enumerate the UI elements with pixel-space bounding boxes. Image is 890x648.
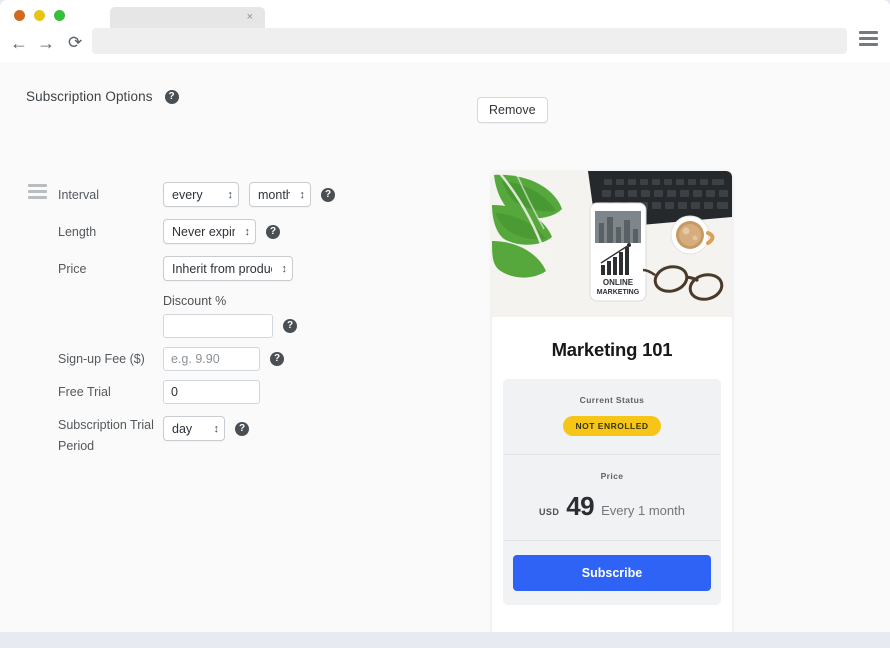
free-trial-controls bbox=[163, 380, 260, 404]
price-amount: 49 bbox=[566, 491, 595, 521]
price-currency: USD bbox=[539, 507, 560, 517]
free-trial-input[interactable] bbox=[163, 380, 260, 404]
price-controls: Inherit from product bbox=[163, 256, 293, 281]
section-help-icon[interactable]: ? bbox=[164, 89, 179, 104]
course-preview-card: ONLINE MARKETING Marketing 101 Current S… bbox=[492, 171, 732, 648]
app-root: × ← → ⟳ Subscription Options ? Interval … bbox=[0, 0, 890, 648]
window-traffic-lights bbox=[14, 10, 65, 21]
trial-period-label-line1: Subscription Trial bbox=[58, 418, 154, 432]
page-body: Subscription Options ? Interval every ↕ … bbox=[0, 62, 890, 648]
trial-period-help-icon[interactable]: ? bbox=[235, 421, 249, 436]
discount-help-icon[interactable]: ? bbox=[283, 319, 297, 333]
course-hero-image: ONLINE MARKETING bbox=[492, 171, 732, 317]
length-label: Length bbox=[58, 224, 97, 239]
interval-unit-select-wrap: month bbox=[249, 182, 311, 207]
svg-text:ONLINE: ONLINE bbox=[603, 278, 634, 287]
interval-every-select[interactable]: every bbox=[163, 182, 239, 207]
browser-chrome: × ← → ⟳ bbox=[0, 0, 890, 62]
interval-label: Interval bbox=[58, 187, 99, 202]
tab-close-icon[interactable]: × bbox=[247, 10, 253, 24]
interval-controls: every month ? bbox=[163, 182, 335, 207]
section-header: Subscription Options ? bbox=[26, 89, 179, 104]
address-bar[interactable] bbox=[92, 28, 847, 54]
status-badge: NOT ENROLLED bbox=[563, 416, 661, 436]
nav-buttons: ← → ⟳ bbox=[10, 32, 82, 54]
row-price: Price Inherit from product bbox=[58, 256, 293, 281]
page-footer-strip bbox=[0, 632, 890, 648]
browser-menu-icon[interactable] bbox=[859, 31, 878, 46]
price-period: Every 1 month bbox=[601, 503, 685, 518]
drag-handle-icon[interactable] bbox=[28, 184, 47, 199]
minimize-window-button[interactable] bbox=[34, 10, 45, 21]
length-controls: Never expire ? bbox=[163, 219, 280, 244]
price-caption: Price bbox=[600, 471, 624, 481]
discount-input[interactable] bbox=[163, 314, 273, 338]
signup-fee-controls: ? bbox=[163, 347, 284, 371]
subscribe-block: Subscribe bbox=[503, 541, 721, 605]
page-title: Subscription Options bbox=[26, 89, 153, 104]
row-interval: Interval every month ? bbox=[58, 182, 335, 207]
trial-period-label: Subscription Trial Period bbox=[58, 415, 163, 457]
trial-period-controls: day ? bbox=[163, 416, 249, 441]
signup-fee-help-icon[interactable]: ? bbox=[270, 352, 284, 366]
interval-help-icon[interactable]: ? bbox=[321, 187, 335, 202]
svg-text:MARKETING: MARKETING bbox=[597, 289, 640, 296]
length-select-wrap: Never expire bbox=[163, 219, 256, 244]
course-title: Marketing 101 bbox=[551, 339, 673, 360]
browser-tab[interactable]: × bbox=[110, 7, 265, 29]
subscribe-button[interactable]: Subscribe bbox=[513, 555, 711, 591]
row-free-trial: Free Trial bbox=[58, 380, 260, 404]
trial-period-select[interactable]: day bbox=[163, 416, 225, 441]
row-length: Length Never expire ? bbox=[58, 219, 280, 244]
signup-fee-label: Sign-up Fee ($) bbox=[58, 352, 145, 366]
price-label: Price bbox=[58, 261, 87, 276]
course-info-panel: Current Status NOT ENROLLED Price USD 49… bbox=[503, 379, 721, 605]
price-select-wrap: Inherit from product bbox=[163, 256, 293, 281]
forward-icon[interactable]: → bbox=[37, 32, 55, 54]
status-caption: Current Status bbox=[579, 395, 645, 405]
trial-period-select-wrap: day bbox=[163, 416, 225, 441]
price-block: Price USD 49 Every 1 month bbox=[503, 455, 721, 540]
discount-label: Discount % bbox=[163, 294, 227, 308]
status-block: Current Status NOT ENROLLED bbox=[503, 379, 721, 454]
close-window-button[interactable] bbox=[14, 10, 25, 21]
price-select[interactable]: Inherit from product bbox=[163, 256, 293, 281]
price-row: USD 49 Every 1 month bbox=[513, 491, 711, 522]
back-icon[interactable]: ← bbox=[10, 32, 28, 54]
length-select[interactable]: Never expire bbox=[163, 219, 256, 244]
row-signup-fee: Sign-up Fee ($) ? bbox=[58, 347, 284, 371]
reload-icon[interactable]: ⟳ bbox=[68, 32, 82, 54]
row-discount: Discount % ? bbox=[163, 294, 297, 338]
remove-button[interactable]: Remove bbox=[477, 97, 548, 123]
interval-every-select-wrap: every bbox=[163, 182, 239, 207]
row-trial-period: Subscription Trial Period day ? bbox=[58, 415, 249, 457]
trial-period-label-line2: Period bbox=[58, 439, 95, 453]
signup-fee-input[interactable] bbox=[163, 347, 260, 371]
maximize-window-button[interactable] bbox=[54, 10, 65, 21]
discount-controls: ? bbox=[163, 314, 297, 338]
interval-unit-select[interactable]: month bbox=[249, 182, 311, 207]
free-trial-label: Free Trial bbox=[58, 385, 111, 399]
length-help-icon[interactable]: ? bbox=[266, 224, 280, 239]
